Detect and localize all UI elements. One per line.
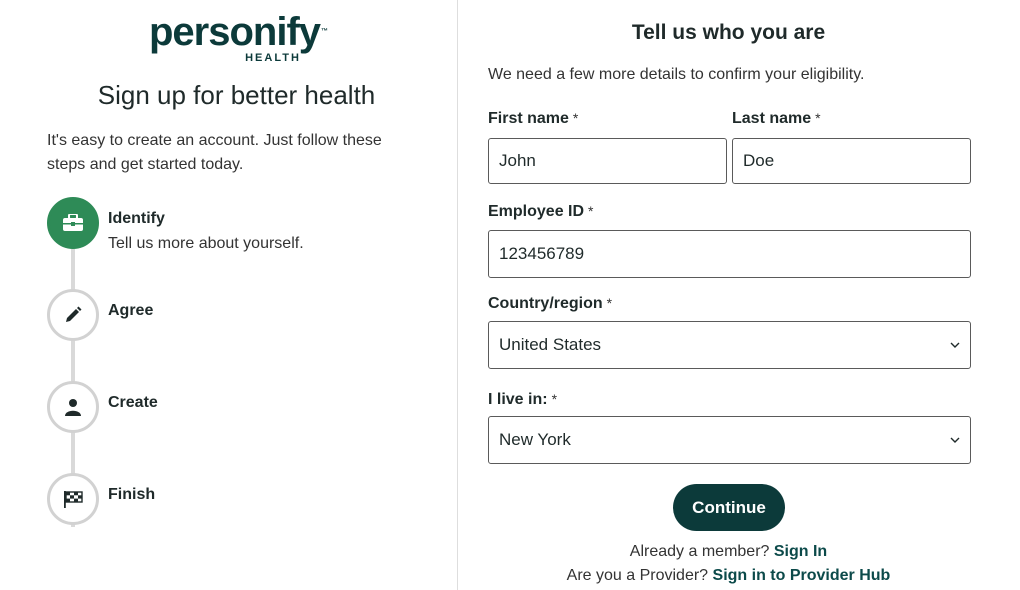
sign-in-link[interactable]: Sign In <box>774 543 827 560</box>
form-subtitle: We need a few more details to confirm yo… <box>488 66 865 83</box>
continue-button[interactable]: Continue <box>673 484 785 531</box>
personify-health-logo: personify™ HEALTH <box>148 12 328 64</box>
provider-hub-link[interactable]: Sign in to Provider Hub <box>713 567 891 584</box>
employee-id-label: Employee ID * <box>488 203 594 220</box>
step-label-identify: Identify <box>108 210 165 227</box>
required-marker: * <box>572 110 579 126</box>
country-select[interactable]: United States <box>488 321 971 369</box>
page-title: Sign up for better health <box>97 80 376 110</box>
step-label-finish: Finish <box>108 486 156 503</box>
step-desc-identify: Tell us more about yourself. <box>108 235 304 252</box>
intro-text: It's easy to create an account. Just fol… <box>47 132 382 173</box>
first-name-label: First name * <box>488 110 579 127</box>
eligibility-form: Tell us who you are We need a few more d… <box>458 0 1020 590</box>
last-name-input[interactable] <box>732 138 971 184</box>
user-icon <box>47 381 99 433</box>
last-name-label: Last name * <box>732 110 821 127</box>
first-name-input[interactable] <box>488 138 727 184</box>
pencil-icon <box>47 289 99 341</box>
member-prompt: Already a member? <box>629 543 770 560</box>
chevron-down-icon <box>950 437 960 443</box>
form-title: Tell us who you are <box>631 21 826 44</box>
state-select-value: New York <box>499 430 571 449</box>
briefcase-icon <box>47 197 99 249</box>
trademark-symbol: ™ <box>321 28 328 35</box>
state-label: I live in: * <box>488 391 558 408</box>
logo-wordmark: personify <box>148 10 321 54</box>
country-select-value: United States <box>499 335 602 354</box>
employee-id-input[interactable] <box>488 230 971 278</box>
step-label-create: Create <box>108 394 158 411</box>
step-label-agree: Agree <box>108 302 154 319</box>
chevron-down-icon <box>950 342 960 348</box>
country-label: Country/region * <box>488 295 613 312</box>
provider-signin-line: Are you a Provider? Sign in to Provider … <box>458 567 999 585</box>
checkered-flag-icon <box>47 473 99 525</box>
required-marker: * <box>588 203 594 219</box>
provider-prompt: Are you a Provider? <box>566 567 709 584</box>
required-marker: * <box>551 391 558 407</box>
signup-steps-panel: personify™ HEALTH Sign up for better hea… <box>0 0 458 590</box>
required-marker: * <box>815 110 821 126</box>
state-select[interactable]: New York <box>488 416 971 464</box>
member-signin-line: Already a member? Sign In <box>458 543 999 561</box>
required-marker: * <box>606 295 613 311</box>
